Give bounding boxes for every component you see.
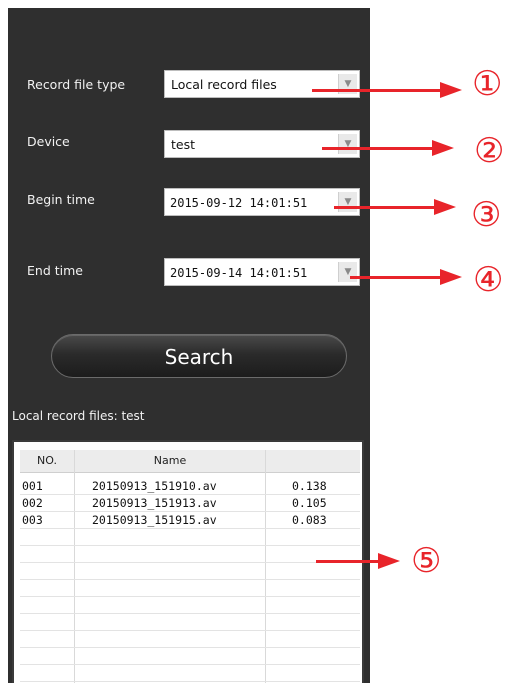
chevron-down-icon[interactable]: ▼: [338, 262, 357, 282]
record-type-select[interactable]: Local record files ▼: [164, 70, 360, 98]
callout-1: ①: [472, 64, 503, 104]
row-name: 20150913_151910.av: [92, 479, 217, 493]
chevron-down-icon[interactable]: ▼: [338, 134, 357, 154]
arrow-head-icon: [440, 269, 462, 285]
callout-3: ③: [471, 195, 502, 235]
empty-row: [20, 546, 360, 563]
row-name: 20150913_151913.av: [92, 496, 217, 510]
empty-row: [20, 648, 360, 665]
arrow-head-icon: [378, 553, 400, 569]
callout-5: ⑤: [411, 541, 442, 581]
results-table[interactable]: NO. Name 001 20150913_151910.av 0.138 00…: [12, 440, 364, 683]
record-type-label: Record file type: [27, 77, 126, 92]
empty-row: [20, 580, 360, 597]
callout-2: ②: [474, 131, 505, 171]
empty-row: [20, 665, 360, 682]
results-title: Local record files: test: [12, 409, 145, 423]
end-time-picker[interactable]: 2015-09-14 14:01:51 ▼: [164, 258, 360, 286]
column-header-no[interactable]: NO.: [20, 450, 74, 472]
table-row[interactable]: 002 20150913_151913.av 0.105: [20, 495, 360, 512]
row-no: 001: [22, 479, 43, 493]
empty-row: [20, 631, 360, 648]
begin-time-value: 2015-09-12 14:01:51: [170, 196, 308, 210]
row-no: 003: [22, 513, 43, 527]
arrow-head-icon: [440, 82, 462, 98]
table-header: NO. Name: [20, 450, 360, 473]
device-select[interactable]: test ▼: [164, 130, 360, 158]
begin-time-label: Begin time: [27, 192, 95, 207]
table-row[interactable]: 003 20150913_151915.av 0.083: [20, 512, 360, 529]
arrow-head-icon: [432, 140, 454, 156]
chevron-down-icon[interactable]: ▼: [338, 192, 357, 212]
empty-row: [20, 614, 360, 631]
column-header-size[interactable]: [266, 450, 360, 472]
device-label: Device: [27, 134, 70, 149]
row-name: 20150913_151915.av: [92, 513, 217, 527]
arrow-head-icon: [434, 199, 456, 215]
column-header-name[interactable]: Name: [75, 450, 265, 472]
end-time-label: End time: [27, 263, 83, 278]
empty-row: [20, 597, 360, 614]
row-size: 0.138: [292, 479, 327, 493]
annotation-arrow-3: [334, 206, 436, 209]
table-row[interactable]: 001 20150913_151910.av 0.138: [20, 478, 360, 495]
annotation-arrow-4: [350, 276, 442, 279]
annotation-arrow-5: [316, 560, 380, 563]
row-size: 0.083: [292, 513, 327, 527]
row-no: 002: [22, 496, 43, 510]
callout-4: ④: [473, 260, 504, 300]
record-type-value: Local record files: [171, 77, 277, 92]
empty-row: [20, 563, 360, 580]
annotation-arrow-2: [322, 147, 434, 150]
annotation-arrow-1: [312, 89, 442, 92]
begin-time-picker[interactable]: 2015-09-12 14:01:51 ▼: [164, 188, 360, 216]
device-value: test: [171, 137, 196, 152]
empty-row: [20, 529, 360, 546]
row-size: 0.105: [292, 496, 327, 510]
search-button[interactable]: Search: [51, 334, 347, 378]
end-time-value: 2015-09-14 14:01:51: [170, 266, 308, 280]
